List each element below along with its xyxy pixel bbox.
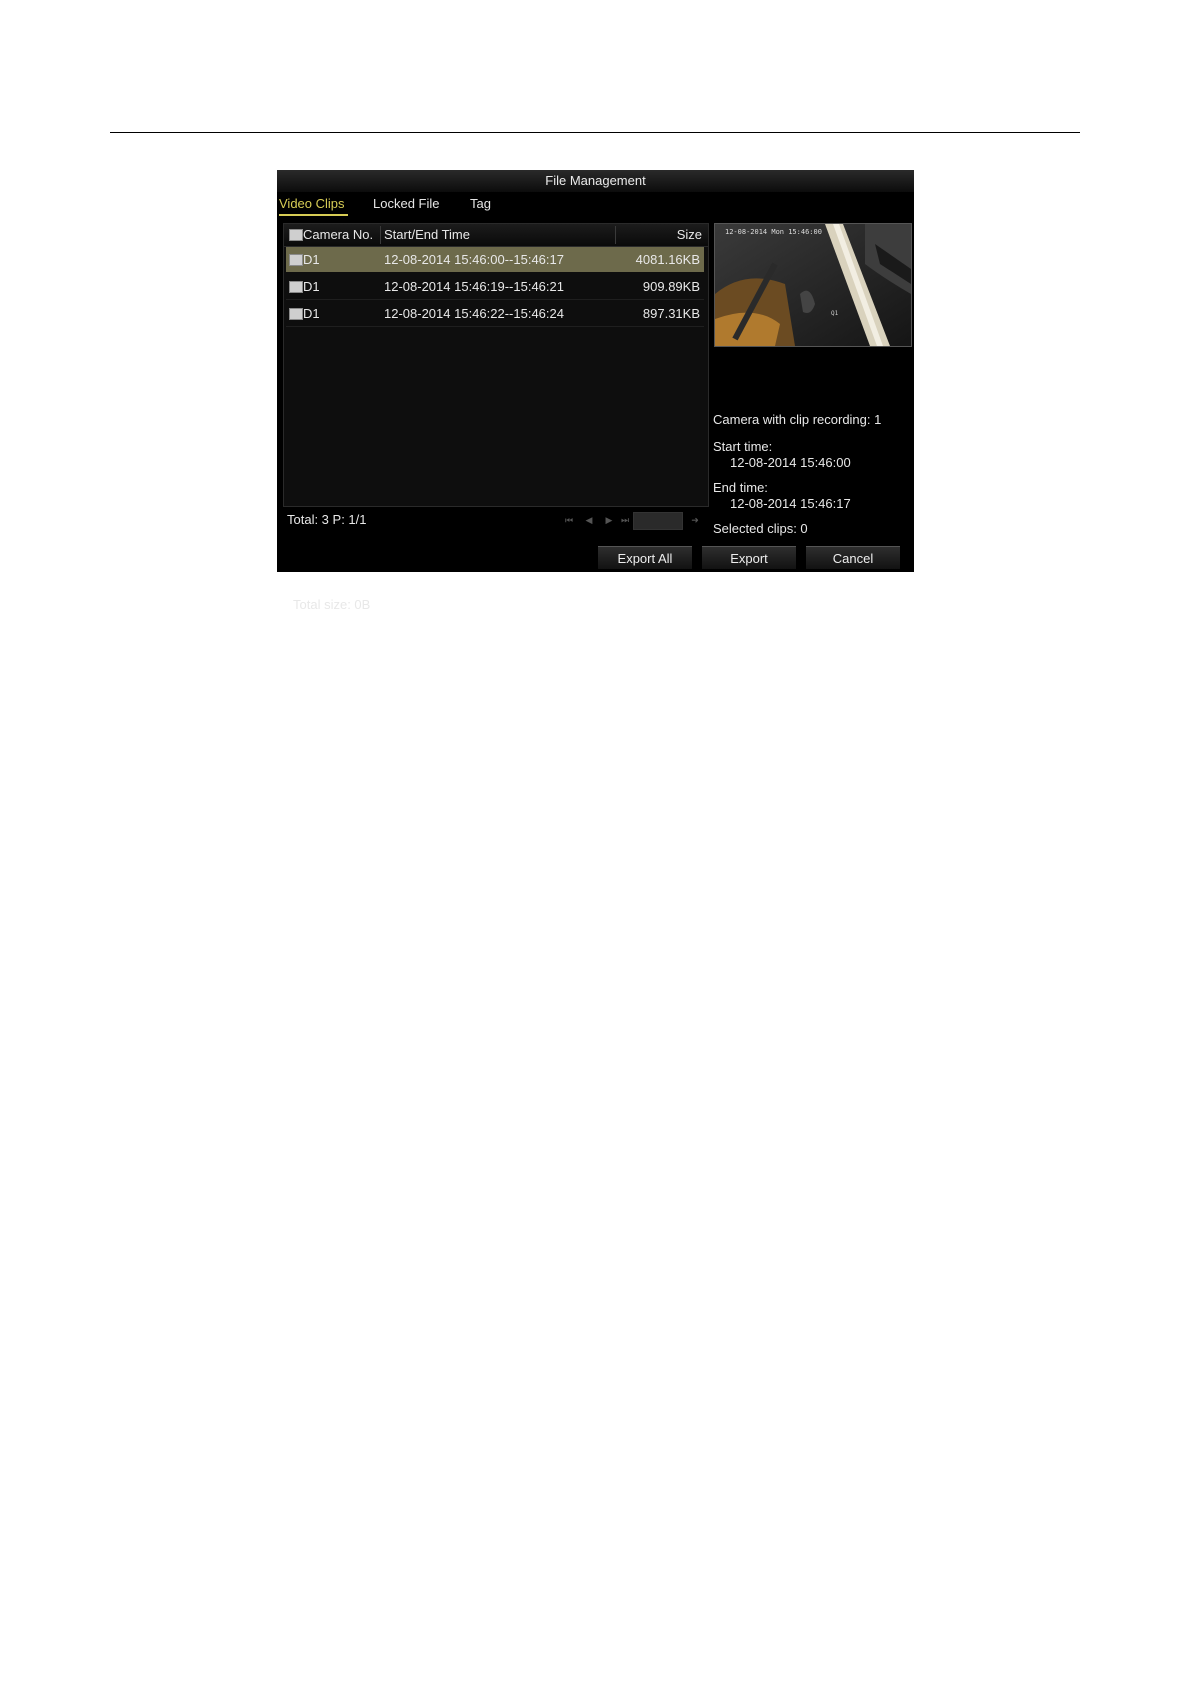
row-time: 12-08-2014 15:46:22--15:46:24	[384, 306, 564, 321]
row-size: 4081.16KB	[635, 252, 700, 267]
export-button[interactable]: Export	[702, 546, 796, 569]
table-row[interactable]: D1 12-08-2014 15:46:00--15:46:17 4081.16…	[286, 247, 704, 272]
go-page-icon[interactable]: ➜	[687, 513, 703, 527]
start-time-value: 12-08-2014 15:46:00	[730, 455, 851, 470]
row-divider	[286, 299, 704, 300]
next-page-icon[interactable]: ▶	[601, 513, 617, 527]
row-time: 12-08-2014 15:46:19--15:46:21	[384, 279, 564, 294]
list-header: Camera No. Start/End Time Size	[284, 224, 708, 247]
pagination-summary: Total: 3 P: 1/1	[287, 512, 367, 527]
tab-locked-file[interactable]: Locked File	[373, 194, 439, 214]
row-checkbox[interactable]	[289, 281, 303, 293]
file-management-window: File Management Video Clips Locked File …	[277, 170, 914, 612]
clip-preview-image: 12-08-2014 Mon 15:46:00 Q1	[714, 223, 912, 347]
cancel-button[interactable]: Cancel	[806, 546, 900, 569]
end-time-value: 12-08-2014 15:46:17	[730, 496, 851, 511]
row-checkbox[interactable]	[289, 308, 303, 320]
first-page-icon[interactable]: ⏮	[561, 513, 577, 527]
selected-clips-count: Selected clips: 0	[713, 521, 808, 536]
prev-page-icon[interactable]: ◀	[581, 513, 597, 527]
camera-snapshot	[715, 224, 911, 346]
row-divider	[286, 326, 704, 327]
clip-list: Camera No. Start/End Time Size D1 12-08-…	[283, 223, 709, 507]
last-page-icon[interactable]: ⏭	[617, 513, 633, 527]
header-size[interactable]: Size	[677, 224, 702, 246]
total-size-label: Total size: 0B	[293, 597, 371, 612]
column-separator[interactable]	[380, 226, 381, 244]
start-time-label: Start time:	[713, 439, 773, 454]
table-row[interactable]: D1 12-08-2014 15:46:22--15:46:24 897.31K…	[286, 301, 704, 327]
row-camera: D1	[303, 252, 320, 267]
page-top-rule	[110, 132, 1080, 133]
preview-overlay-text: Q1	[831, 310, 839, 317]
row-camera: D1	[303, 306, 320, 321]
row-time: 12-08-2014 15:46:00--15:46:17	[384, 252, 564, 267]
camera-recording-info: Camera with clip recording: 1	[713, 412, 882, 427]
select-all-checkbox[interactable]	[289, 229, 303, 241]
row-size: 909.89KB	[642, 279, 700, 294]
tab-video-clips[interactable]: Video Clips	[279, 194, 348, 216]
table-row[interactable]: D1 12-08-2014 15:46:19--15:46:21 909.89K…	[286, 274, 704, 300]
end-time-label: End time:	[713, 480, 768, 495]
row-size: 897.31KB	[642, 306, 700, 321]
preview-timestamp: 12-08-2014 Mon 15:46:00	[725, 228, 822, 236]
header-start-end-time[interactable]: Start/End Time	[384, 224, 470, 246]
pagination-bar: Total: 3 P: 1/1 ⏮ ◀ ▶ ⏭ ➜	[283, 509, 708, 531]
export-all-button[interactable]: Export All	[598, 546, 692, 569]
tab-tag[interactable]: Tag	[470, 194, 491, 214]
column-separator[interactable]	[615, 226, 616, 244]
clip-list-panel: Camera No. Start/End Time Size D1 12-08-…	[283, 223, 709, 674]
row-camera: D1	[303, 279, 320, 294]
page-number-input[interactable]	[633, 512, 683, 530]
header-camera-no[interactable]: Camera No.	[303, 224, 373, 246]
window-title: File Management	[277, 170, 914, 192]
row-checkbox[interactable]	[289, 254, 303, 266]
